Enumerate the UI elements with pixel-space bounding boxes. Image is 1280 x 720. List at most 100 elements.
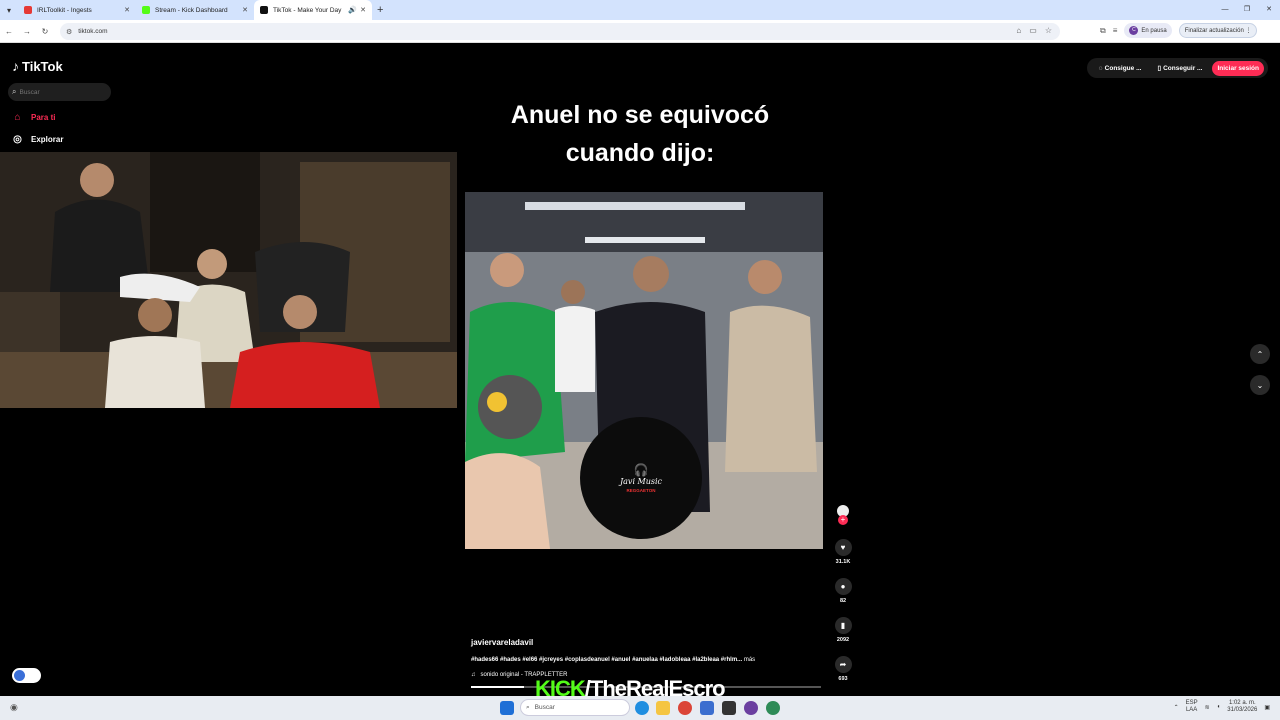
taskbar-search-label: Buscar — [534, 704, 555, 711]
browser-tab-active[interactable]: TikTok - Make Your Day 🔊 ✕ — [254, 0, 372, 20]
new-tab-button[interactable]: + — [377, 4, 383, 16]
profile-status: En pausa — [1141, 27, 1167, 34]
profile-avatar: C — [1129, 26, 1139, 35]
tiktok-logo[interactable]: ♪ TikTok — [12, 58, 63, 74]
previous-video-button[interactable]: ⌃ — [1250, 344, 1270, 364]
browser-tab-strip: ▾ IRLToolkit - Ingests ✕ Stream - Kick D… — [0, 0, 1280, 20]
like-action[interactable]: ♥ 31.1K — [833, 539, 853, 565]
nav-explore[interactable]: ◎ Explorar — [12, 134, 63, 145]
wifi-icon[interactable]: ≋ — [1205, 704, 1210, 711]
time-text: 1:02 a. m. — [1228, 700, 1256, 706]
minimize-icon[interactable]: — — [1214, 0, 1236, 20]
author-name[interactable]: javiervareladavil — [471, 638, 821, 647]
coin-icon: ◌ — [1098, 64, 1103, 72]
site-info-icon[interactable]: ⚙ — [66, 28, 72, 36]
media-control-icon[interactable]: ≡ — [1113, 26, 1118, 35]
button-label: Consigue ... — [1104, 64, 1142, 72]
close-tab-icon[interactable]: ✕ — [242, 6, 248, 14]
webcam-image — [0, 152, 457, 408]
start-icon[interactable] — [500, 701, 514, 715]
irltoolkit-favicon-icon — [24, 6, 32, 14]
file-explorer-icon[interactable] — [656, 701, 670, 715]
speaker-icon[interactable]: 🔊 — [348, 6, 357, 14]
app-icon[interactable] — [722, 701, 736, 715]
logo-text: TikTok — [22, 58, 63, 74]
overlay-toggle[interactable] — [12, 668, 41, 683]
get-coins-button[interactable]: ◌ Consigue ... — [1093, 65, 1148, 72]
login-button[interactable]: Iniciar sesión — [1212, 60, 1264, 76]
search-icon: ⌕ — [526, 703, 530, 711]
close-tab-icon[interactable]: ✕ — [360, 6, 366, 14]
language-code: ESP — [1185, 700, 1198, 706]
share-icon[interactable]: ➦ — [834, 656, 852, 673]
next-video-button[interactable]: ⌄ — [1250, 375, 1270, 395]
profile-button[interactable]: C En pausa — [1124, 23, 1172, 38]
tab-title: TikTok - Make Your Day — [273, 6, 342, 14]
nav-label: Explorar — [31, 135, 64, 144]
save-action[interactable]: ▮ 2092 — [833, 617, 853, 643]
search-bar[interactable]: ⌕ — [8, 83, 111, 101]
browser-toolbar: ← → ↻ ⚙ tiktok.com ⌂ ▭ ☆ ⧉ ≡ C En pausa … — [0, 20, 1280, 43]
reload-icon[interactable]: ↻ — [36, 27, 54, 36]
notifications-icon[interactable]: ▣ — [1264, 704, 1270, 711]
tray-chevron-icon[interactable]: ⌃ — [1174, 704, 1179, 711]
date-text: 31/03/2026 — [1227, 707, 1258, 713]
compass-icon: ◎ — [13, 134, 22, 145]
comment-icon[interactable]: ● — [834, 578, 852, 595]
javi-music-watermark: 🎧 Javi Music REGGAETON — [580, 417, 702, 539]
window-controls: — ❐ ✕ — [1214, 0, 1280, 20]
clock[interactable]: 1:02 a. m. 31/03/2026 — [1227, 700, 1257, 714]
comment-action[interactable]: ● 82 — [833, 578, 853, 604]
toggle-knob — [14, 670, 25, 681]
video-caption: Anuel no se equivocó cuando dijo: — [465, 96, 815, 172]
video-meta: javiervareladavil #hades66 #hades #el66 … — [471, 638, 821, 678]
taskbar-search[interactable]: ⌕ Buscar — [520, 699, 630, 716]
language-indicator[interactable]: ESP LAA — [1186, 700, 1198, 714]
chevron-up-icon: ⌃ — [1256, 349, 1264, 359]
windows-taskbar: ◉ ⌕ Buscar ⌃ ESP LAA ≋ ◖ 1:02 a. m. 31/0… — [0, 696, 1280, 720]
install-app-icon[interactable]: ▭ — [1029, 26, 1037, 35]
store-icon[interactable] — [700, 701, 714, 715]
tiktok-favicon-icon — [260, 6, 268, 14]
tab-title: IRLToolkit - Ingests — [37, 6, 92, 14]
address-bar[interactable]: ⚙ tiktok.com ⌂ ▭ ☆ — [60, 23, 1060, 40]
browser-tab[interactable]: IRLToolkit - Ingests ✕ — [18, 0, 136, 20]
translate-icon[interactable]: ⌂ — [1016, 26, 1021, 35]
more-link[interactable]: más — [744, 657, 755, 663]
volume-icon[interactable]: ◖ — [1217, 704, 1221, 710]
video-player[interactable]: 🎧 Javi Music REGGAETON — [465, 192, 823, 549]
extensions-icon[interactable]: ⧉ — [1100, 26, 1106, 36]
browser-tab[interactable]: Stream - Kick Dashboard ✕ — [136, 0, 254, 20]
url-text[interactable]: tiktok.com — [78, 28, 107, 35]
close-window-icon[interactable]: ✕ — [1258, 0, 1280, 20]
webcam-overlay — [0, 152, 457, 408]
search-icon: ⌕ — [12, 87, 17, 96]
widgets-icon[interactable]: ◉ — [10, 702, 18, 713]
update-label: Finalizar actualización — [1184, 27, 1244, 34]
share-action[interactable]: ➦ 693 — [833, 656, 853, 682]
video-hashtags: #hades66 #hades #el66 #jcreyes #coplasde… — [471, 657, 821, 663]
tab-search-icon[interactable]: ▾ — [0, 0, 18, 20]
chrome-icon[interactable] — [678, 701, 692, 715]
heart-icon[interactable]: ♥ — [834, 539, 852, 556]
progress-fill — [471, 686, 524, 688]
update-button[interactable]: Finalizar actualización ⋮ — [1178, 23, 1258, 38]
obs-icon[interactable] — [744, 701, 758, 715]
streaming-app-icon[interactable] — [766, 701, 780, 715]
hashtag-list[interactable]: #hades66 #hades #el66 #jcreyes #coplasde… — [471, 657, 742, 663]
share-count: 693 — [838, 676, 848, 682]
nav-label: Para ti — [31, 113, 56, 122]
close-tab-icon[interactable]: ✕ — [124, 6, 130, 14]
watermark-title: Javi Music — [619, 477, 663, 486]
get-app-button[interactable]: ▯ Conseguir ... — [1152, 64, 1209, 73]
restore-icon[interactable]: ❐ — [1236, 0, 1258, 20]
bookmark-icon[interactable]: ▮ — [834, 617, 852, 634]
tab-title: Stream - Kick Dashboard — [155, 6, 228, 14]
back-icon[interactable]: ← — [0, 27, 18, 36]
bookmark-star-icon[interactable]: ☆ — [1045, 26, 1052, 35]
nav-for-you[interactable]: ⌂ Para ti — [12, 112, 55, 123]
search-input[interactable] — [19, 88, 100, 96]
forward-icon[interactable]: → — [18, 27, 36, 36]
edge-icon[interactable] — [635, 701, 649, 715]
follow-plus-icon[interactable]: + — [838, 515, 848, 525]
